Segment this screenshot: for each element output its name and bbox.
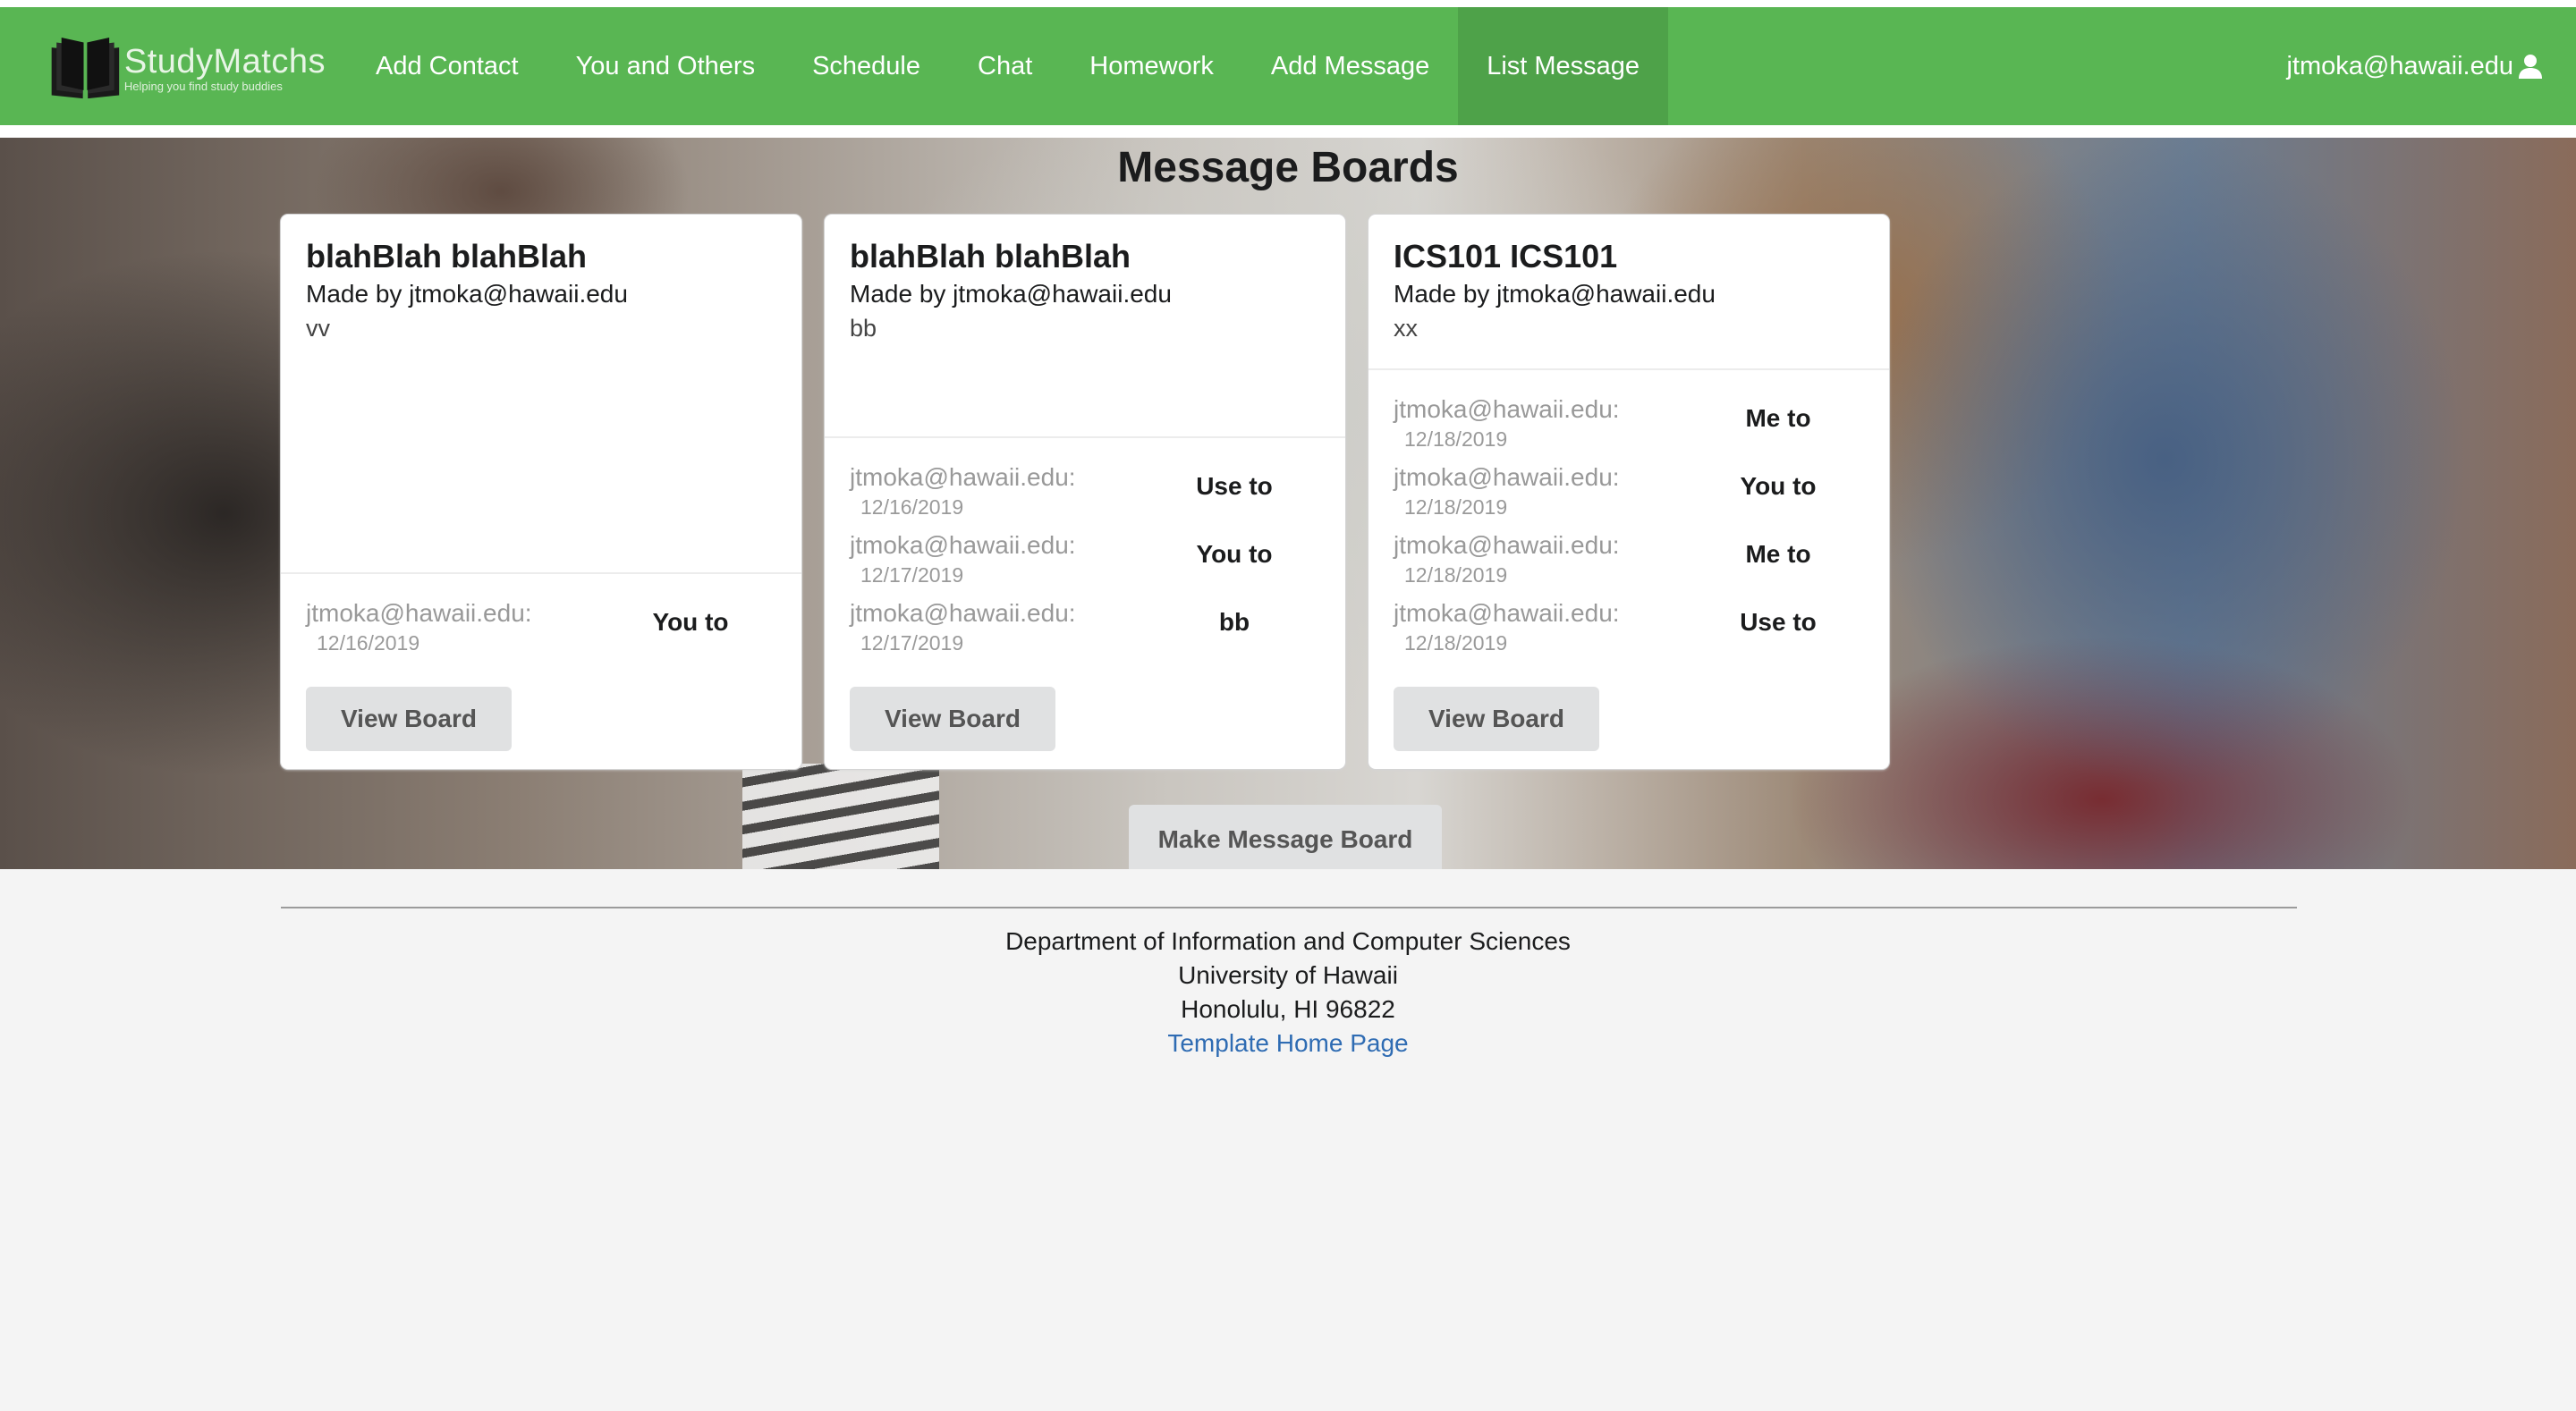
navbar-bottom-strip (0, 125, 2576, 138)
logo-title: StudyMatchs (123, 43, 326, 80)
message-date: 12/18/2019 (1404, 563, 1508, 587)
message-text: Use to (1740, 608, 1817, 636)
nav-item-chat[interactable]: Chat (949, 7, 1061, 125)
message-text: Me to (1745, 540, 1811, 568)
message-author: jtmoka@hawaii.edu: (850, 463, 1076, 491)
nav-item-homework[interactable]: Homework (1061, 7, 1242, 125)
card-header: ICS101 ICS101 (1394, 238, 1618, 275)
hero-background: Message Boards blahBlah blahBlah Made by… (0, 138, 2576, 869)
message-date: 12/16/2019 (317, 631, 420, 655)
card-description: bb (850, 315, 877, 342)
message-date: 12/18/2019 (1404, 427, 1508, 451)
nav-item-add-message[interactable]: Add Message (1242, 7, 1458, 125)
footer-university: University of Hawaii (1178, 961, 1398, 989)
message-author: jtmoka@hawaii.edu: (1394, 531, 1620, 559)
card-description: xx (1394, 315, 1418, 342)
card-meta: Made by jtmoka@hawaii.edu (306, 280, 628, 308)
message-text: You to (1740, 472, 1817, 500)
background-striped-shirt (742, 764, 939, 869)
user-email: jtmoka@hawaii.edu (2286, 51, 2513, 80)
message-text: bb (1218, 608, 1250, 636)
card-description: vv (306, 315, 330, 342)
message-date: 12/18/2019 (1404, 495, 1508, 519)
page-title: Message Boards (1117, 144, 1459, 191)
message-text: Me to (1745, 404, 1811, 432)
footer-department: Department of Information and Computer S… (1005, 927, 1571, 955)
message-board-card: ICS101 ICS101 Made by jtmoka@hawaii.edu … (1368, 215, 1889, 769)
footer-address: Honolulu, HI 96822 (1181, 995, 1395, 1023)
view-board-button[interactable]: View Board (306, 687, 512, 751)
make-message-board-button[interactable]: Make Message Board (1129, 805, 1442, 869)
user-icon (2519, 55, 2542, 79)
message-date: 12/16/2019 (860, 495, 964, 519)
footer-divider (281, 907, 2297, 908)
nav-item-add-contact[interactable]: Add Contact (347, 7, 547, 125)
view-board-button[interactable]: View Board (850, 687, 1055, 751)
message-text: You to (652, 608, 729, 636)
message-author: jtmoka@hawaii.edu: (850, 599, 1076, 627)
card-meta: Made by jtmoka@hawaii.edu (850, 280, 1172, 308)
top-strip (0, 0, 2576, 7)
card-divider (1368, 368, 1889, 370)
message-board-cards: blahBlah blahBlah Made by jtmoka@hawaii.… (281, 215, 1889, 769)
message-date: 12/17/2019 (860, 631, 964, 655)
logo-tagline: Helping you find study buddies (123, 80, 283, 93)
message-board-card: blahBlah blahBlah Made by jtmoka@hawaii.… (825, 215, 1345, 769)
nav-item-schedule[interactable]: Schedule (784, 7, 949, 125)
message-board-card: blahBlah blahBlah Made by jtmoka@hawaii.… (281, 215, 801, 769)
message-text: You to (1196, 540, 1273, 568)
nav-item-list-message[interactable]: List Message (1458, 7, 1669, 125)
message-author: jtmoka@hawaii.edu: (1394, 395, 1620, 423)
user-menu[interactable]: jtmoka@hawaii.edu (2286, 7, 2544, 125)
footer: Department of Information and Computer S… (0, 925, 2576, 1060)
message-author: jtmoka@hawaii.edu: (1394, 599, 1620, 627)
template-home-page-link[interactable]: Template Home Page (1167, 1027, 1408, 1060)
message-text: Use to (1196, 472, 1273, 500)
navbar: StudyMatchs Helping you find study buddi… (0, 7, 2576, 125)
nav-item-you-and-others[interactable]: You and Others (547, 7, 784, 125)
nav-menu: Add Contact You and Others Schedule Chat… (347, 7, 1669, 125)
message-author: jtmoka@hawaii.edu: (850, 531, 1076, 559)
card-meta: Made by jtmoka@hawaii.edu (1394, 280, 1716, 308)
message-date: 12/17/2019 (860, 563, 964, 587)
view-board-button[interactable]: View Board (1394, 687, 1599, 751)
card-divider (825, 436, 1345, 438)
message-date: 12/18/2019 (1404, 631, 1508, 655)
logo[interactable]: StudyMatchs Helping you find study buddi… (48, 30, 326, 107)
book-logo-icon (51, 38, 120, 99)
card-divider (281, 572, 801, 574)
message-author: jtmoka@hawaii.edu: (306, 599, 532, 627)
card-header: blahBlah blahBlah (850, 238, 1131, 275)
message-author: jtmoka@hawaii.edu: (1394, 463, 1620, 491)
card-header: blahBlah blahBlah (306, 238, 588, 275)
